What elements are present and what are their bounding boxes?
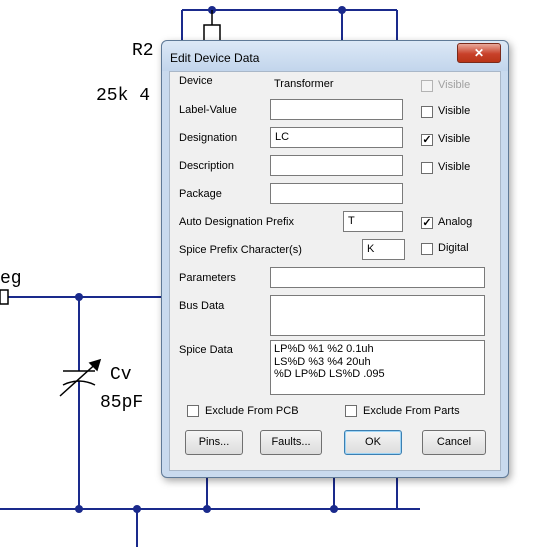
node-dot xyxy=(203,505,211,513)
description-visible-label: Visible xyxy=(438,161,471,173)
device-value: Transformer xyxy=(274,78,334,90)
package-input[interactable] xyxy=(270,183,403,204)
dialog-titlebar[interactable]: Edit Device Data ✕ xyxy=(162,41,508,71)
bus-data-input[interactable] xyxy=(270,295,485,336)
designation-visible-label: Visible xyxy=(438,133,471,145)
label-r2: R2 xyxy=(132,41,154,61)
designation-label: Designation xyxy=(179,132,238,144)
designation-input[interactable]: LC xyxy=(270,127,403,148)
cancel-button[interactable]: Cancel xyxy=(422,430,486,455)
auto-prefix-label: Auto Designation Prefix xyxy=(179,216,294,228)
spice-data-input[interactable]: LP%D %1 %2 0.1uh LS%D %3 %4 20uh %D LP%D… xyxy=(270,340,485,395)
bus-data-label: Bus Data xyxy=(179,300,225,312)
label-value-label: Label-Value xyxy=(179,104,237,116)
ok-button[interactable]: OK xyxy=(344,430,402,455)
node-dot xyxy=(133,505,141,513)
label-value-visible-label: Visible xyxy=(438,105,471,117)
exclude-parts-label: Exclude From Parts xyxy=(363,405,460,417)
device-label: Device xyxy=(179,75,213,87)
label-cv-value: 85pF xyxy=(100,393,144,413)
node-dot xyxy=(75,505,83,513)
device-visible-checkbox xyxy=(421,80,433,92)
description-input[interactable] xyxy=(270,155,403,176)
parameters-input[interactable] xyxy=(270,267,485,288)
package-label: Package xyxy=(179,188,222,200)
digital-label: Digital xyxy=(438,242,469,254)
dialog-body: Device Transformer Visible Label-Value V… xyxy=(169,71,501,471)
exclude-pcb-label: Exclude From PCB xyxy=(205,405,299,417)
exclude-pcb-checkbox[interactable] xyxy=(187,405,199,417)
reg-terminal xyxy=(0,289,9,305)
label-resistor-value: 25k 4 xyxy=(96,86,151,106)
pins-button[interactable]: Pins... xyxy=(185,430,243,455)
spice-prefix-input[interactable]: K xyxy=(362,239,405,260)
digital-checkbox[interactable] xyxy=(421,243,433,255)
faults-button[interactable]: Faults... xyxy=(260,430,322,455)
close-button[interactable]: ✕ xyxy=(457,43,501,63)
parameters-label: Parameters xyxy=(179,272,236,284)
edit-device-dialog: Edit Device Data ✕ Device Transformer Vi… xyxy=(161,40,509,478)
spice-prefix-label: Spice Prefix Character(s) xyxy=(179,244,302,256)
designation-visible-checkbox[interactable]: ✓ xyxy=(421,134,433,146)
dialog-title: Edit Device Data xyxy=(170,51,260,65)
label-value-visible-checkbox[interactable] xyxy=(421,106,433,118)
analog-checkbox[interactable]: ✓ xyxy=(421,217,433,229)
node-dot xyxy=(75,293,83,301)
spice-data-label: Spice Data xyxy=(179,344,233,356)
label-cv: Cv xyxy=(110,365,132,385)
label-reg: eg xyxy=(0,269,22,289)
description-label: Description xyxy=(179,160,235,172)
node-dot xyxy=(338,6,346,14)
description-visible-checkbox[interactable] xyxy=(421,162,433,174)
node-dot xyxy=(330,505,338,513)
close-icon: ✕ xyxy=(473,46,485,60)
analog-label: Analog xyxy=(438,216,473,228)
device-visible-label: Visible xyxy=(438,79,471,91)
auto-prefix-input[interactable]: T xyxy=(343,211,403,232)
label-value-input[interactable] xyxy=(270,99,403,120)
exclude-parts-checkbox[interactable] xyxy=(345,405,357,417)
